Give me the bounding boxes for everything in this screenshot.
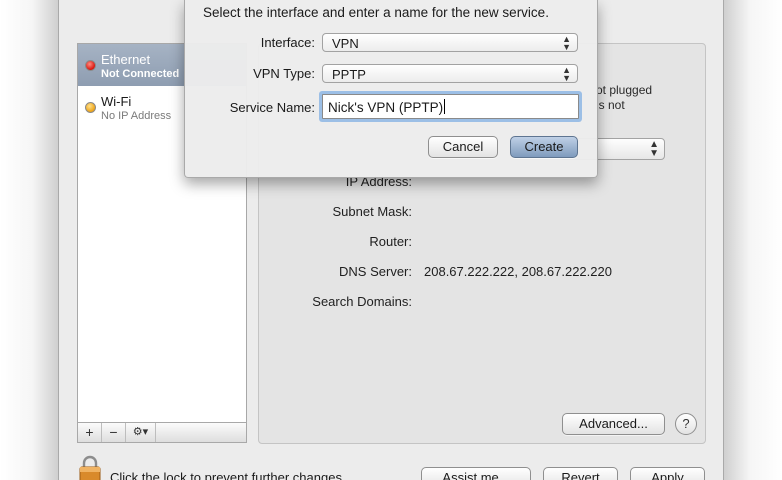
service-name-field-text: Nick's VPN (PPTP)	[328, 99, 446, 115]
search-domains-label: Search Domains:	[312, 294, 412, 309]
lock-icon[interactable]	[78, 455, 102, 480]
interface-label: Interface:	[260, 35, 315, 50]
help-button[interactable]: ?	[675, 413, 697, 435]
interface-popup-value: VPN	[332, 36, 359, 51]
service-name-field-value: Nick's VPN (PPTP)	[328, 100, 444, 115]
dns-server-value: 208.67.222.222, 208.67.222.220	[424, 264, 612, 279]
text-caret	[444, 99, 446, 114]
popup-arrows-icon: ▲ ▼	[562, 65, 571, 83]
desktop-background-right	[724, 0, 782, 480]
assist-me-button[interactable]: Assist me...	[421, 467, 531, 480]
service-name: Ethernet	[101, 52, 151, 67]
service-list-toolbar: + − ⚙▾	[77, 422, 247, 443]
connection-status-text: ot plugged is not	[596, 83, 653, 112]
lock-instruction-text: Click the lock to prevent further change…	[110, 470, 346, 480]
status-red-dot-icon	[85, 60, 96, 71]
sheet-instructions: Select the interface and enter a name fo…	[203, 5, 549, 20]
advanced-button[interactable]: Advanced...	[562, 413, 665, 435]
revert-button[interactable]: Revert	[543, 467, 618, 480]
vpn-type-popup-value: PPTP	[332, 67, 366, 82]
create-button[interactable]: Create	[510, 136, 578, 158]
service-status: No IP Address	[101, 110, 172, 122]
interface-popup[interactable]: VPN ▲ ▼	[322, 33, 578, 52]
vpn-type-label: VPN Type:	[253, 66, 315, 81]
vpn-type-popup[interactable]: PPTP ▲ ▼	[322, 64, 578, 83]
desktop-background-left	[0, 0, 58, 480]
cancel-button[interactable]: Cancel	[428, 136, 498, 158]
remove-service-button[interactable]: −	[102, 423, 126, 442]
service-status: Not Connected	[101, 68, 180, 80]
new-service-sheet: Select the interface and enter a name fo…	[184, 0, 598, 178]
add-service-button[interactable]: +	[78, 423, 102, 442]
popup-arrows-icon: ▲ ▼	[562, 34, 571, 52]
popup-arrows-icon: ▲ ▼	[649, 139, 659, 159]
service-name-label: Service Name:	[229, 100, 315, 115]
action-gear-menu-button[interactable]: ⚙▾	[126, 423, 156, 442]
status-yellow-dot-icon	[85, 102, 96, 113]
service-name: Wi-Fi	[101, 94, 132, 109]
service-name-field[interactable]: Nick's VPN (PPTP)	[322, 94, 579, 119]
router-label: Router:	[369, 234, 412, 249]
subnet-mask-label: Subnet Mask:	[332, 204, 413, 219]
apply-button[interactable]: Apply	[630, 467, 705, 480]
dns-server-label: DNS Server:	[339, 264, 412, 279]
